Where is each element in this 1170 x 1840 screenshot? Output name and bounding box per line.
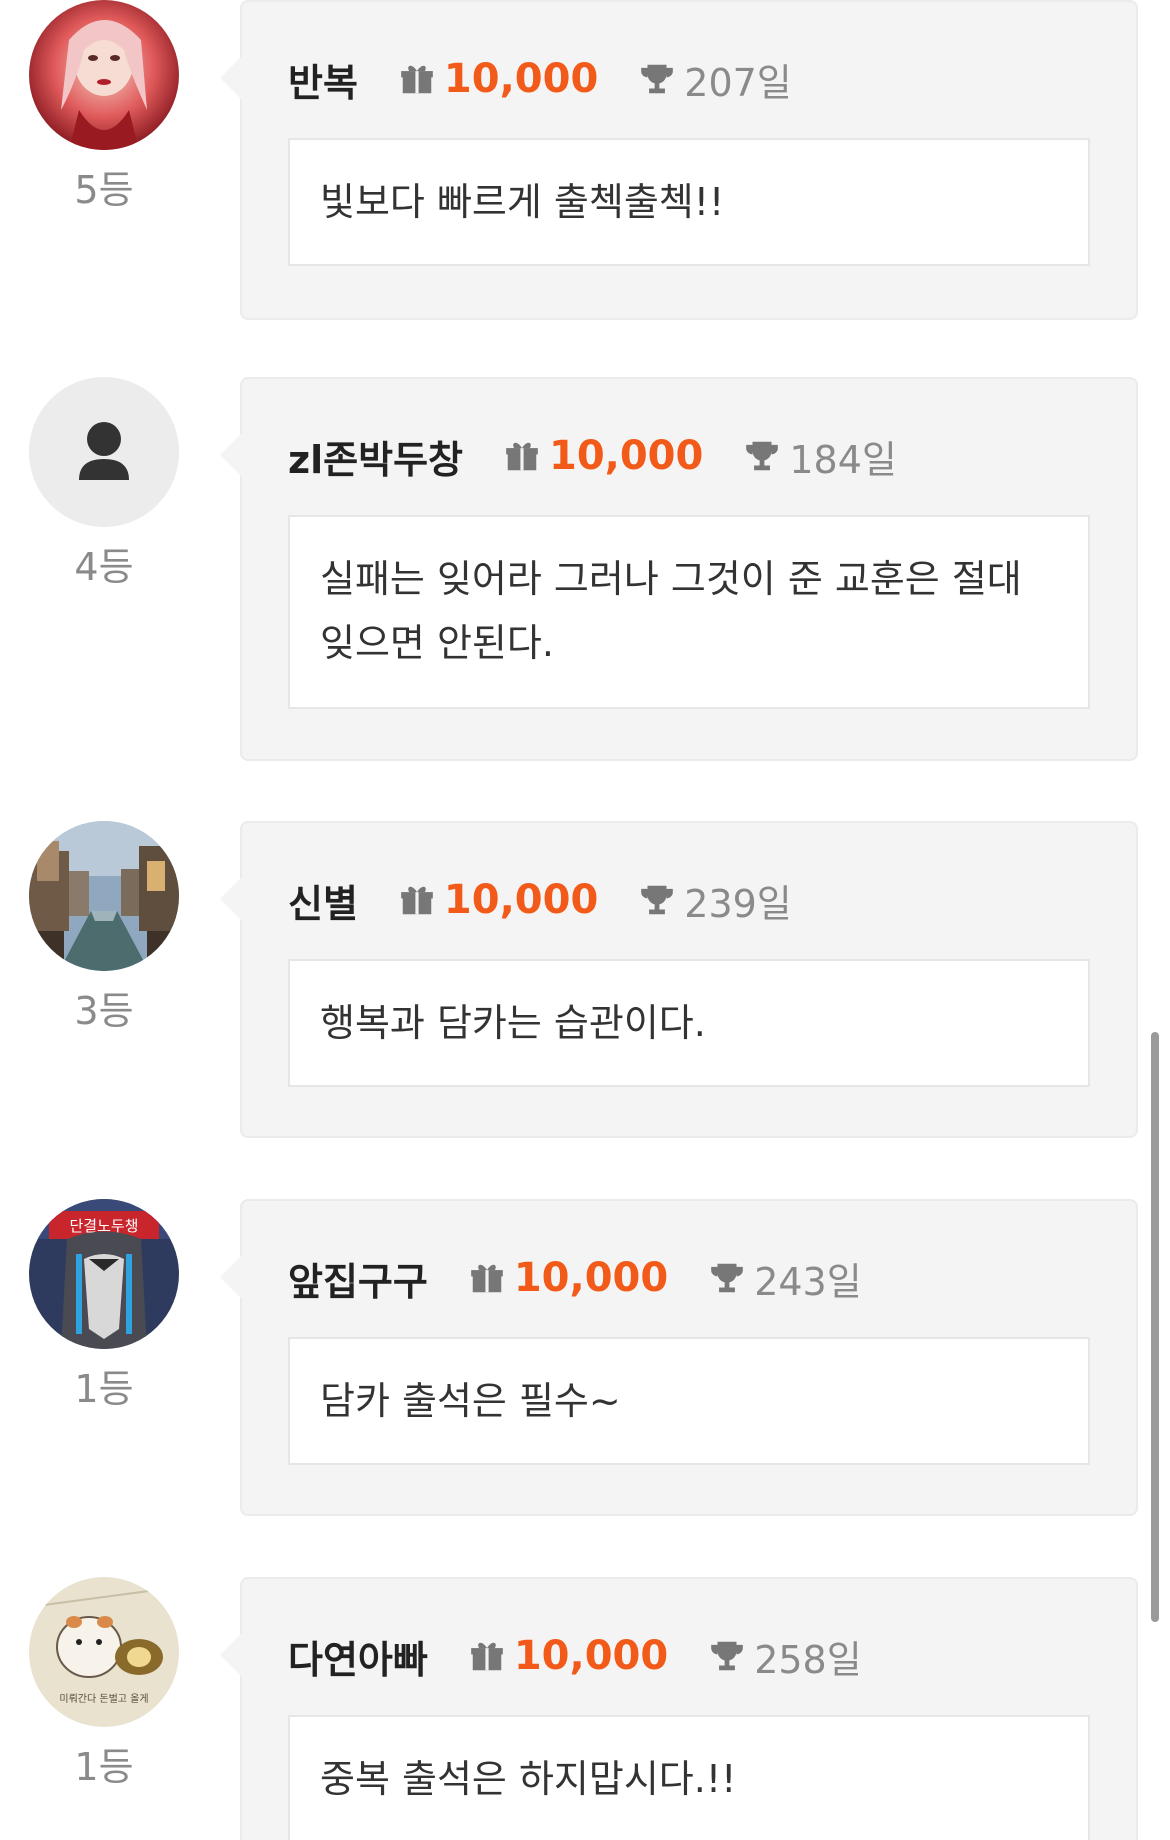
comment-meta: 앞집구구 10,000 243일 (288, 1251, 862, 1305)
comment-card: 다연아빠 10,000 258일 중복 출석은 하지맙시다.!! (220, 1577, 1138, 1840)
gift-icon (468, 1637, 506, 1675)
card-pointer (220, 1633, 242, 1677)
gift-icon (503, 437, 541, 475)
comment-meta: zl존박두창 10,000 184일 (288, 429, 897, 483)
rank-label: 1등 (74, 1367, 134, 1411)
gift-icon (398, 881, 436, 919)
comment-meta: 반복 10,000 207일 (288, 52, 792, 106)
rank-label: 3등 (74, 989, 134, 1033)
avatar[interactable] (29, 0, 179, 150)
comment-meta: 다연아빠 10,000 258일 (288, 1629, 862, 1683)
comment-card: 앞집구구 10,000 243일 담카 출석은 필수~ (220, 1199, 1138, 1516)
nickname[interactable]: 앞집구구 (288, 1251, 428, 1306)
comment-text: 담카 출석은 필수~ (320, 1379, 621, 1423)
gift-icon (468, 1259, 506, 1297)
nickname[interactable]: 신별 (288, 873, 358, 928)
attendance-days: 243일 (754, 1259, 862, 1304)
gift-icon (398, 60, 436, 98)
trophy-icon (638, 881, 676, 919)
comment-box: 행복과 담카는 습관이다. (288, 959, 1090, 1087)
avatar[interactable] (29, 821, 179, 971)
nickname[interactable]: zl존박두창 (288, 429, 463, 484)
trophy-icon (638, 60, 676, 98)
comment-meta: 신별 10,000 239일 (288, 873, 792, 927)
comment-box: 중복 출석은 하지맙시다.!! (288, 1715, 1090, 1840)
points-value: 10,000 (513, 1633, 669, 1679)
points-value: 10,000 (548, 433, 704, 479)
comment-card: zl존박두창 10,000 184일 실패는 잊어라 그러나 그것이 준 교훈은… (220, 377, 1138, 761)
card-pointer (220, 877, 242, 921)
avatar-caption: 미뤄간다 돈벌고 올게 (59, 1692, 148, 1705)
points-value: 10,000 (443, 877, 599, 923)
card-pointer (220, 56, 242, 100)
points-value: 10,000 (443, 56, 599, 102)
attendance-comment-list: 5등 반복 10,000 207일 빛보다 빠르게 출첵출첵!! 4등 zl존박… (0, 0, 1170, 1840)
avatar[interactable] (29, 377, 179, 527)
avatar[interactable]: 미뤄간다 돈벌고 올게 (29, 1577, 179, 1727)
default-user-icon (29, 377, 179, 527)
comment-text: 행복과 담카는 습관이다. (320, 1001, 706, 1045)
comment-card: 신별 10,000 239일 행복과 담카는 습관이다. (220, 821, 1138, 1138)
points-value: 10,000 (513, 1255, 669, 1301)
attendance-days: 239일 (684, 881, 792, 926)
avatar[interactable]: 단결노두챙 (29, 1199, 179, 1349)
comment-text: 빛보다 빠르게 출첵출첵!! (320, 180, 725, 224)
card-pointer (220, 1255, 242, 1299)
rank-label: 4등 (74, 545, 134, 589)
comment-card: 반복 10,000 207일 빛보다 빠르게 출첵출첵!! (220, 0, 1138, 320)
attendance-days: 258일 (754, 1637, 862, 1682)
comment-box: 실패는 잊어라 그러나 그것이 준 교훈은 절대 잊으면 안된다. (288, 515, 1090, 709)
attendance-days: 207일 (684, 60, 792, 105)
trophy-icon (743, 437, 781, 475)
comment-box: 빛보다 빠르게 출첵출첵!! (288, 138, 1090, 266)
scrollbar[interactable] (1151, 1032, 1159, 1622)
trophy-icon (708, 1259, 746, 1297)
rank-label: 1등 (74, 1745, 134, 1789)
comment-box: 담카 출석은 필수~ (288, 1337, 1090, 1465)
trophy-icon (708, 1637, 746, 1675)
nickname[interactable]: 다연아빠 (288, 1629, 428, 1684)
attendance-days: 184일 (789, 437, 897, 482)
rank-label: 5등 (74, 168, 134, 212)
comment-text: 중복 출석은 하지맙시다.!! (320, 1757, 737, 1801)
card-pointer (220, 433, 242, 477)
comment-text: 실패는 잊어라 그러나 그것이 준 교훈은 절대 잊으면 안된다. (320, 557, 1022, 665)
nickname[interactable]: 반복 (288, 52, 358, 107)
